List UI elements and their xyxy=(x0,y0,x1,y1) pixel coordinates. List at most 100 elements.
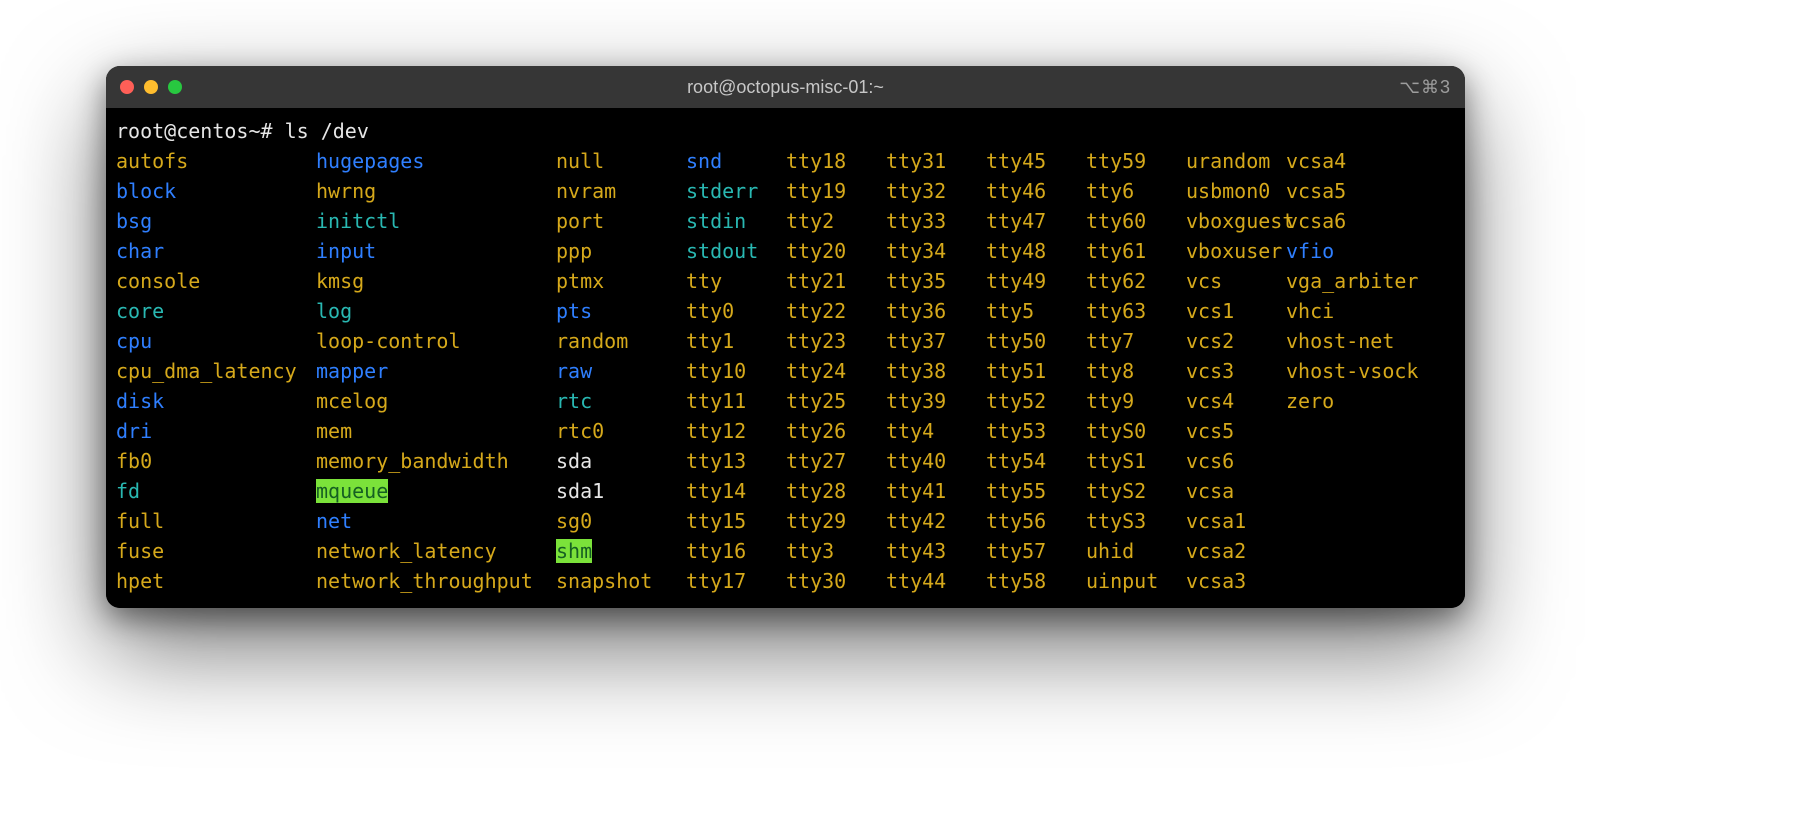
ls-entry: fb0 xyxy=(116,446,316,476)
ls-entry: tty6 xyxy=(1086,176,1186,206)
ls-entry: ptmx xyxy=(556,266,686,296)
ls-entry: tty27 xyxy=(786,446,886,476)
ls-entry: tty3 xyxy=(786,536,886,566)
ls-entry: tty50 xyxy=(986,326,1086,356)
ls-entry: nvram xyxy=(556,176,686,206)
zoom-icon[interactable] xyxy=(168,80,182,94)
ls-entry: tty5 xyxy=(986,296,1086,326)
ls-entry: mem xyxy=(316,416,556,446)
ls-entry: tty8 xyxy=(1086,356,1186,386)
ls-entry: vcs xyxy=(1186,266,1286,296)
ls-entry: tty44 xyxy=(886,566,986,596)
ls-entry: sg0 xyxy=(556,506,686,536)
ls-entry: vcs3 xyxy=(1186,356,1286,386)
ls-entry: tty40 xyxy=(886,446,986,476)
ls-entry: tty39 xyxy=(886,386,986,416)
ls-entry: uhid xyxy=(1086,536,1186,566)
ls-entry: tty45 xyxy=(986,146,1086,176)
ls-entry: full xyxy=(116,506,316,536)
ls-entry: kmsg xyxy=(316,266,556,296)
window-title: root@octopus-misc-01:~ xyxy=(106,77,1465,98)
minimize-icon[interactable] xyxy=(144,80,158,94)
ls-entry: vhost-vsock xyxy=(1286,356,1426,386)
ls-entry xyxy=(1286,566,1426,596)
ls-entry: tty32 xyxy=(886,176,986,206)
ls-entry: vcs2 xyxy=(1186,326,1286,356)
ls-entry: zero xyxy=(1286,386,1426,416)
ls-entry: memory_bandwidth xyxy=(316,446,556,476)
title-bar[interactable]: root@octopus-misc-01:~ ⌥⌘3 xyxy=(106,66,1465,108)
ls-entry: tty55 xyxy=(986,476,1086,506)
ls-entry: rtc xyxy=(556,386,686,416)
ls-entry: tty60 xyxy=(1086,206,1186,236)
ls-entry: tty51 xyxy=(986,356,1086,386)
ls-entry: port xyxy=(556,206,686,236)
ls-entry: tty10 xyxy=(686,356,786,386)
ls-entry: tty24 xyxy=(786,356,886,386)
close-icon[interactable] xyxy=(120,80,134,94)
ls-entry: uinput xyxy=(1086,566,1186,596)
ls-entry: tty57 xyxy=(986,536,1086,566)
ls-entry: tty43 xyxy=(886,536,986,566)
ls-entry: tty15 xyxy=(686,506,786,536)
ls-entry: usbmon0 xyxy=(1186,176,1286,206)
ls-entry: tty63 xyxy=(1086,296,1186,326)
ls-entry: tty62 xyxy=(1086,266,1186,296)
ls-entry: urandom xyxy=(1186,146,1286,176)
ls-entry: tty34 xyxy=(886,236,986,266)
ls-entry: console xyxy=(116,266,316,296)
ls-entry: tty49 xyxy=(986,266,1086,296)
ls-entry: sda xyxy=(556,446,686,476)
ls-output: autofshugepagesnullsndtty18tty31tty45tty… xyxy=(116,146,1455,596)
ls-entry: shm xyxy=(556,536,686,566)
ls-entry: ppp xyxy=(556,236,686,266)
ls-entry: input xyxy=(316,236,556,266)
ls-entry: tty xyxy=(686,266,786,296)
ls-entry: tty58 xyxy=(986,566,1086,596)
ls-entry: tty2 xyxy=(786,206,886,236)
ls-entry: tty33 xyxy=(886,206,986,236)
window-shortcut: ⌥⌘3 xyxy=(1399,77,1451,98)
ls-entry: vcsa3 xyxy=(1186,566,1286,596)
ls-entry: raw xyxy=(556,356,686,386)
ls-entry: mqueue xyxy=(316,476,556,506)
ls-entry: stderr xyxy=(686,176,786,206)
ls-entry: tty42 xyxy=(886,506,986,536)
ls-entry: random xyxy=(556,326,686,356)
ls-entry: vcsa4 xyxy=(1286,146,1426,176)
ls-entry: tty9 xyxy=(1086,386,1186,416)
ls-entry: pts xyxy=(556,296,686,326)
ls-entry: hwrng xyxy=(316,176,556,206)
ls-entry: tty61 xyxy=(1086,236,1186,266)
ls-entry: tty21 xyxy=(786,266,886,296)
ls-entry: autofs xyxy=(116,146,316,176)
ls-entry: tty35 xyxy=(886,266,986,296)
terminal-body[interactable]: root@centos~# ls /dev autofshugepagesnul… xyxy=(106,108,1465,608)
ls-entry: tty1 xyxy=(686,326,786,356)
ls-entry: char xyxy=(116,236,316,266)
ls-entry: vboxuser xyxy=(1186,236,1286,266)
ls-entry: tty19 xyxy=(786,176,886,206)
ls-entry: fd xyxy=(116,476,316,506)
ls-entry: tty13 xyxy=(686,446,786,476)
ls-entry: null xyxy=(556,146,686,176)
ls-entry: tty52 xyxy=(986,386,1086,416)
ls-entry: tty4 xyxy=(886,416,986,446)
ls-entry: hugepages xyxy=(316,146,556,176)
ls-entry xyxy=(1286,536,1426,566)
ls-entry: tty54 xyxy=(986,446,1086,476)
ls-entry: tty16 xyxy=(686,536,786,566)
ls-entry: fuse xyxy=(116,536,316,566)
ls-entry xyxy=(1286,476,1426,506)
ls-entry: ttyS1 xyxy=(1086,446,1186,476)
ls-entry: disk xyxy=(116,386,316,416)
ls-entry: vcsa6 xyxy=(1286,206,1426,236)
ls-entry: log xyxy=(316,296,556,326)
ls-entry xyxy=(1286,416,1426,446)
ls-entry: ttyS3 xyxy=(1086,506,1186,536)
ls-entry: vcsa2 xyxy=(1186,536,1286,566)
terminal-window[interactable]: root@octopus-misc-01:~ ⌥⌘3 root@centos~#… xyxy=(106,66,1465,608)
ls-entry: ttyS2 xyxy=(1086,476,1186,506)
ls-entry: vcs4 xyxy=(1186,386,1286,416)
ls-entry: snd xyxy=(686,146,786,176)
